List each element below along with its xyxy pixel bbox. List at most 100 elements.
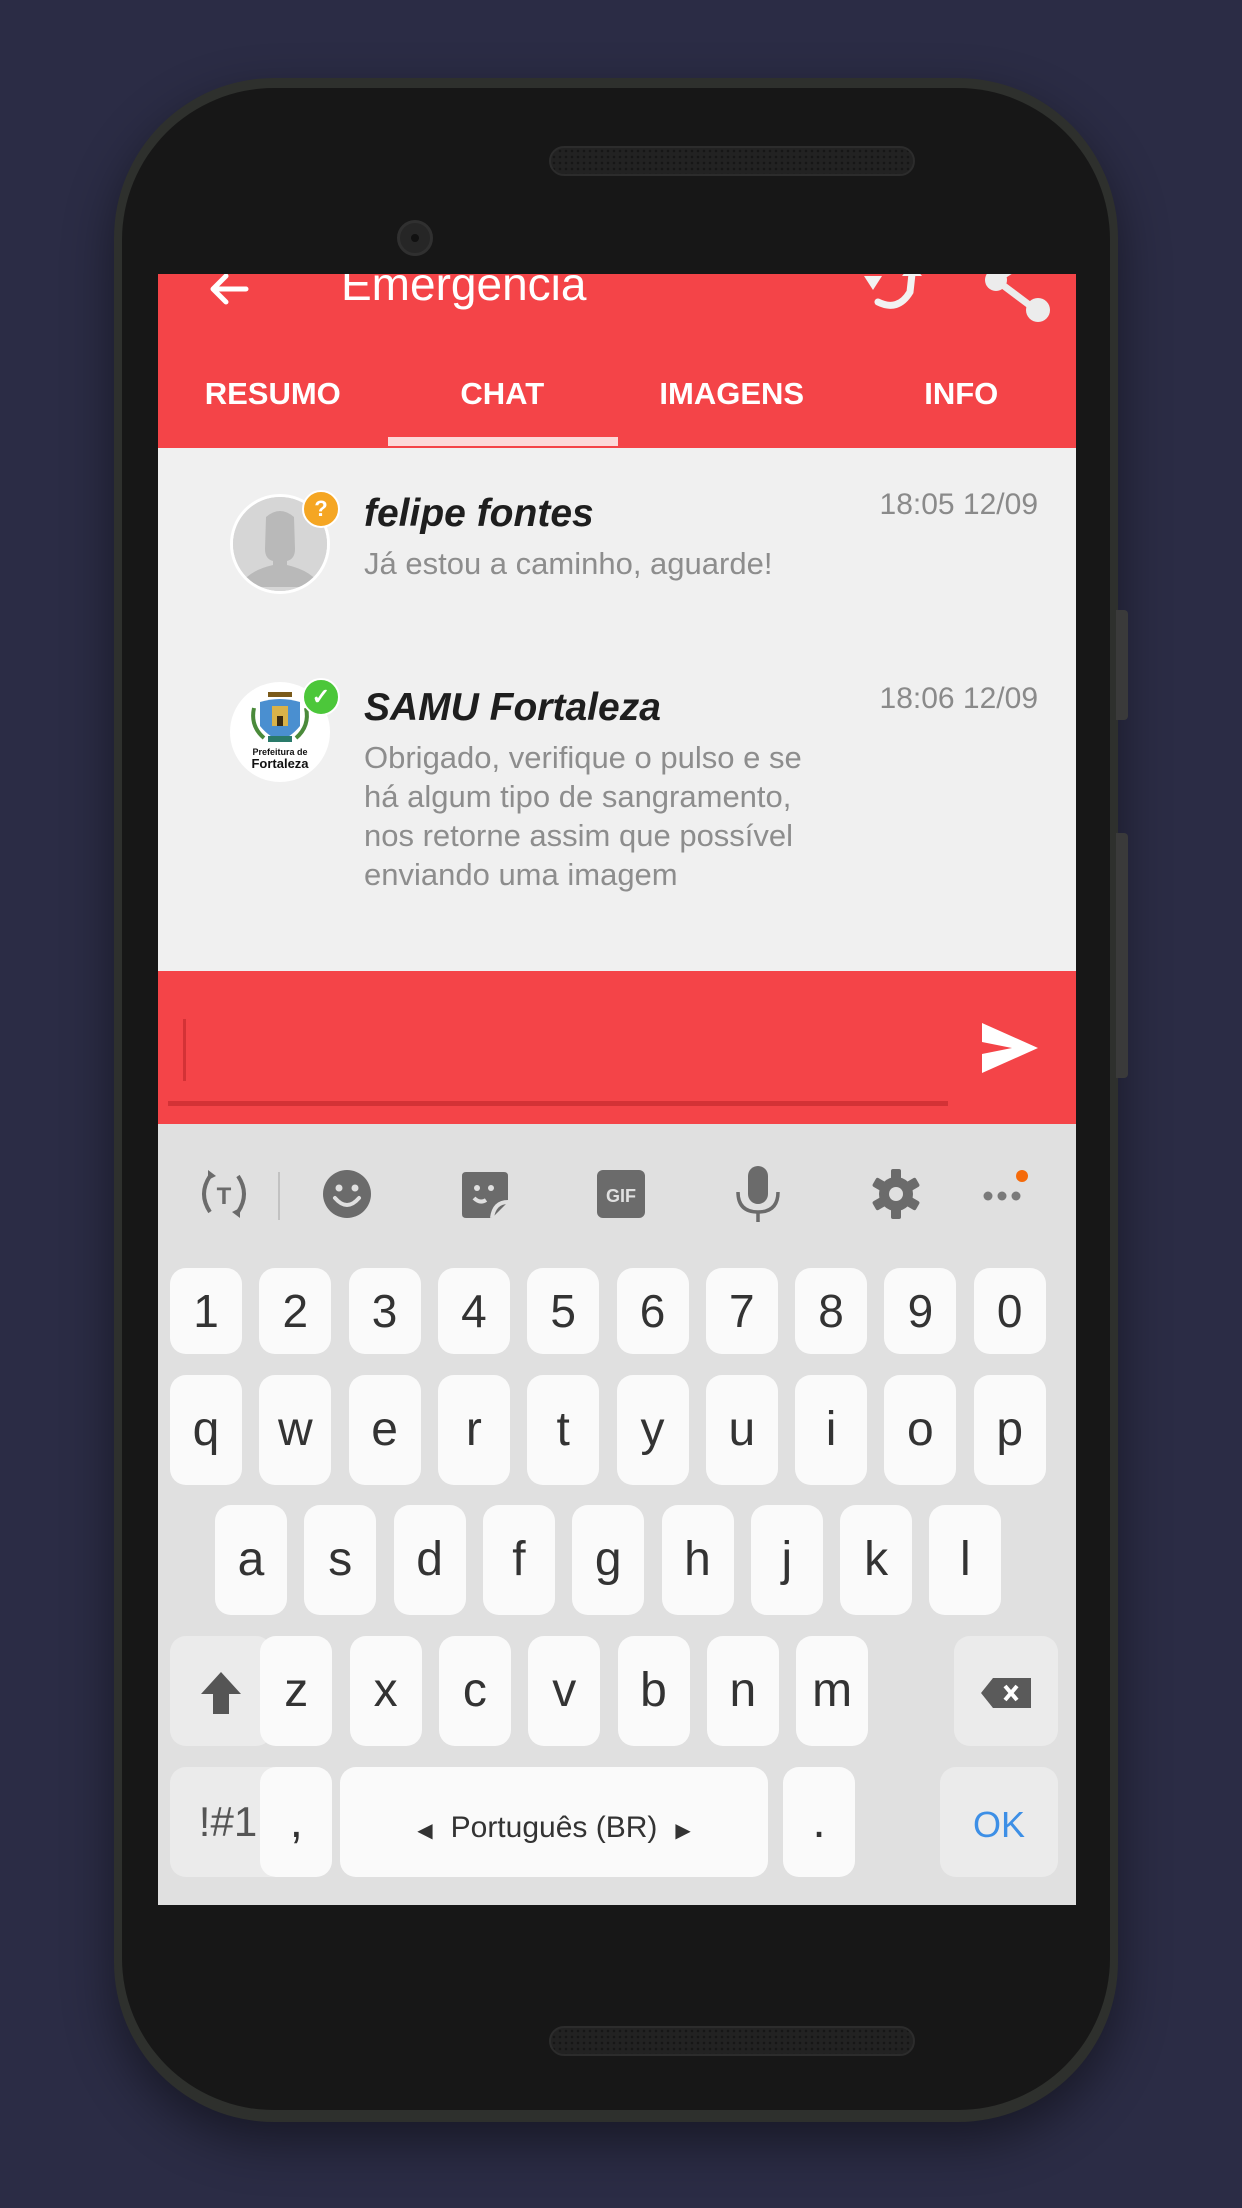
page-title: Emergencia — [341, 274, 587, 310]
key-z[interactable]: z — [260, 1636, 333, 1746]
sync-icon — [864, 274, 922, 309]
key-g[interactable]: g — [572, 1505, 645, 1615]
key-p[interactable]: p — [973, 1375, 1046, 1485]
send-button[interactable] — [980, 1021, 1040, 1075]
sticker-button[interactable] — [456, 1166, 512, 1222]
key-w[interactable]: w — [259, 1375, 332, 1485]
ok-key[interactable]: OK — [940, 1767, 1058, 1877]
power-button — [1116, 610, 1128, 720]
language-prev-icon: ◀ — [417, 1820, 433, 1842]
sticker-icon — [462, 1172, 509, 1219]
message-text: Já estou a caminho, aguarde! — [364, 546, 773, 581]
shift-key[interactable] — [170, 1636, 272, 1746]
key-u[interactable]: u — [705, 1375, 778, 1485]
key-1[interactable]: 1 — [170, 1268, 242, 1354]
message-sender: SAMU Fortaleza — [364, 686, 661, 729]
gear-icon — [872, 1169, 920, 1219]
key-y[interactable]: y — [616, 1375, 689, 1485]
text-caret — [183, 1019, 186, 1081]
key-7[interactable]: 7 — [705, 1268, 778, 1354]
tab-imagens[interactable]: IMAGENS — [617, 370, 847, 448]
translate-icon: T — [202, 1170, 246, 1218]
key-e[interactable]: e — [348, 1375, 421, 1485]
app-screen: Emergencia RESUMO CHAT IMAGENS INFO ? fe… — [158, 274, 1076, 1905]
key-k[interactable]: k — [840, 1505, 913, 1615]
message-sender: felipe fontes — [364, 492, 594, 535]
active-tab-indicator — [388, 437, 618, 446]
emoji-icon — [323, 1170, 371, 1218]
emoji-button[interactable] — [319, 1166, 375, 1222]
message-composer — [158, 971, 1076, 1124]
app-bar: Emergencia RESUMO CHAT IMAGENS INFO — [158, 274, 1076, 448]
key-m[interactable]: m — [796, 1636, 869, 1746]
arrow-left-icon — [210, 274, 249, 305]
message-input[interactable] — [168, 991, 1076, 1083]
more-options-button[interactable] — [978, 1166, 1034, 1222]
key-comma[interactable]: , — [260, 1767, 333, 1877]
send-icon — [982, 1023, 1038, 1073]
question-icon: ? — [302, 490, 340, 528]
key-q[interactable]: q — [170, 1375, 242, 1485]
keyboard-settings-button[interactable] — [868, 1166, 924, 1222]
voice-input-button[interactable] — [730, 1166, 786, 1222]
key-n[interactable]: n — [706, 1636, 779, 1746]
logo-caption-bottom: Fortaleza — [251, 756, 309, 771]
key-0[interactable]: 0 — [973, 1268, 1046, 1354]
microphone-icon — [736, 1166, 780, 1222]
key-t[interactable]: t — [527, 1375, 600, 1485]
key-a[interactable]: a — [215, 1505, 287, 1615]
message-time: 18:06 12/09 — [879, 682, 1038, 715]
shift-arrow-icon — [201, 1672, 241, 1715]
space-language-label: Português (BR) — [450, 1811, 658, 1844]
svg-text:T: T — [217, 1183, 232, 1210]
key-b[interactable]: b — [617, 1636, 690, 1746]
back-button[interactable] — [204, 274, 254, 314]
translate-button[interactable]: T — [196, 1166, 252, 1222]
key-f[interactable]: f — [482, 1505, 555, 1615]
key-i[interactable]: i — [795, 1375, 868, 1485]
key-3[interactable]: 3 — [348, 1268, 421, 1354]
toolbar-divider — [278, 1172, 280, 1220]
share-button[interactable] — [984, 274, 1054, 328]
key-4[interactable]: 4 — [437, 1268, 510, 1354]
key-v[interactable]: v — [528, 1636, 601, 1746]
key-l[interactable]: l — [929, 1505, 1002, 1615]
share-icon — [985, 274, 1050, 322]
notification-dot — [1016, 1170, 1028, 1182]
key-r[interactable]: r — [437, 1375, 510, 1485]
key-o[interactable]: o — [884, 1375, 957, 1485]
key-2[interactable]: 2 — [259, 1268, 332, 1354]
message-text: Obrigado, verifique o pulso e se há algu… — [364, 740, 802, 892]
gif-icon: GIF — [597, 1170, 645, 1218]
key-s[interactable]: s — [304, 1505, 377, 1615]
key-8[interactable]: 8 — [795, 1268, 868, 1354]
tab-resumo[interactable]: RESUMO — [158, 370, 388, 448]
key-x[interactable]: x — [349, 1636, 422, 1746]
chat-list: ? felipe fontes 18:05 12/09 Já estou a c… — [158, 448, 1076, 971]
key-d[interactable]: d — [393, 1505, 466, 1615]
space-key[interactable]: ◀ Português (BR) ▶ — [340, 1767, 768, 1877]
gif-button[interactable]: GIF — [593, 1166, 649, 1222]
sync-button[interactable] — [858, 274, 928, 322]
soft-keyboard: T GIF 1 2 3 4 5 6 7 8 9 0 q w e r t y u … — [158, 1124, 1076, 1905]
key-period[interactable]: . — [783, 1767, 855, 1877]
key-c[interactable]: c — [438, 1636, 511, 1746]
input-underline — [168, 1101, 948, 1106]
bottom-speaker — [549, 2026, 915, 2056]
ok-label: OK — [972, 1804, 1025, 1845]
gif-label: GIF — [606, 1186, 636, 1206]
volume-button — [1116, 833, 1128, 1078]
key-j[interactable]: j — [750, 1505, 823, 1615]
key-6[interactable]: 6 — [616, 1268, 689, 1354]
tab-info[interactable]: INFO — [847, 370, 1077, 448]
front-camera — [397, 220, 433, 256]
message-time: 18:05 12/09 — [879, 488, 1038, 521]
more-icon — [983, 1170, 1028, 1201]
key-5[interactable]: 5 — [527, 1268, 600, 1354]
language-next-icon: ▶ — [675, 1820, 691, 1842]
backspace-key[interactable] — [954, 1636, 1058, 1746]
key-h[interactable]: h — [661, 1505, 734, 1615]
backspace-icon — [981, 1678, 1031, 1709]
key-9[interactable]: 9 — [884, 1268, 957, 1354]
check-icon: ✓ — [302, 678, 340, 716]
